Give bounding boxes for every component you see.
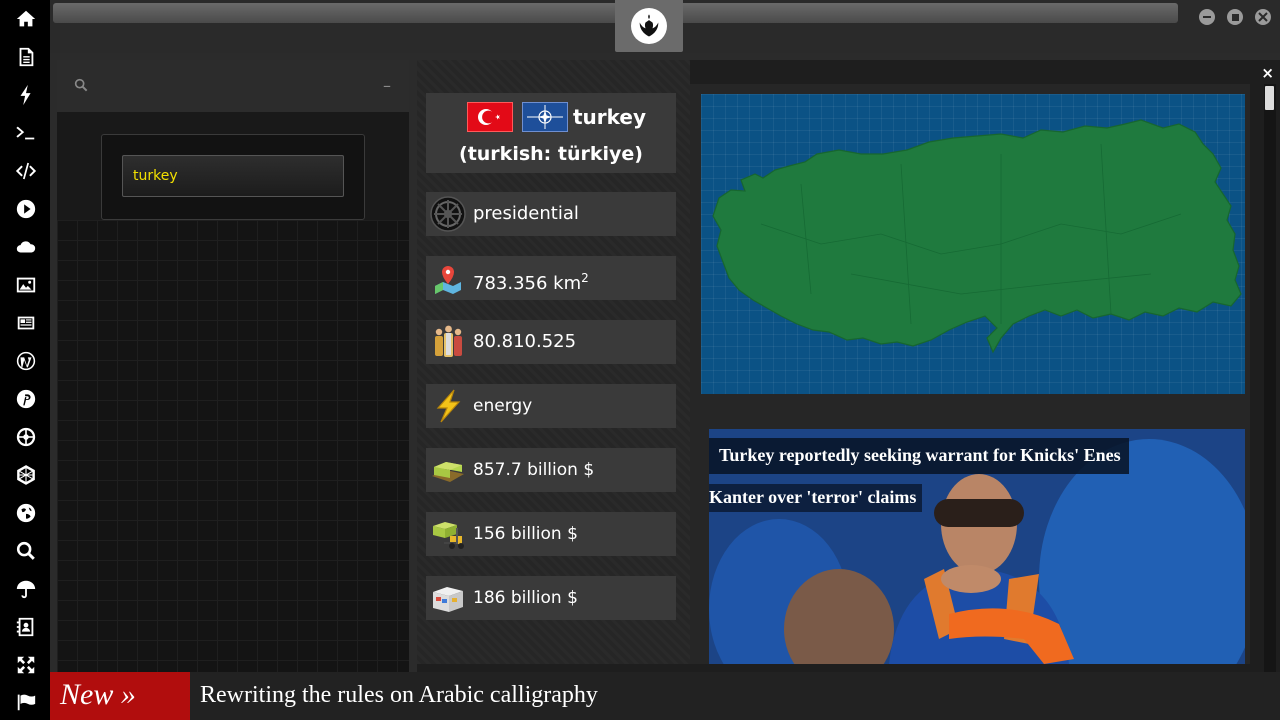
stat-government: presidential: [426, 192, 676, 236]
stat-energy: energy: [426, 384, 676, 428]
map-pin-icon: [430, 260, 466, 296]
close-window-button[interactable]: [1255, 9, 1271, 25]
app-icon-sidebar: [0, 0, 50, 720]
government-type: presidential: [473, 203, 579, 224]
bolt-icon[interactable]: [10, 79, 42, 111]
stat-population: 80.810.525: [426, 320, 676, 364]
country-title-card: turkey (turkish: türkiye): [426, 93, 676, 173]
news-ticker: New » Rewriting the rules on Arabic call…: [50, 672, 1280, 720]
exports-value: 186 billion $: [473, 588, 578, 608]
gdp-value: 857.7 billion $: [473, 460, 595, 480]
turkey-flag-icon: [467, 102, 513, 132]
rebel-alliance-logo-icon: [631, 8, 667, 44]
country-native-name: (turkish: türkiye): [459, 143, 643, 165]
population-value: 80.810.525: [473, 331, 577, 352]
lightning-icon: [430, 388, 466, 424]
area-value: 783.356 km2: [473, 256, 589, 306]
country-name: turkey: [573, 105, 647, 129]
stat-exports: 186 billion $: [426, 576, 676, 620]
money-stack-icon: [430, 452, 466, 488]
shipping-boxes-icon: [430, 580, 466, 616]
search-panel: –: [57, 60, 409, 672]
umbrella-icon[interactable]: [10, 573, 42, 605]
imports-value: 156 billion $: [473, 524, 578, 544]
expand-icon[interactable]: [10, 649, 42, 681]
flag-icon[interactable]: [10, 686, 42, 718]
stat-imports: 156 billion $: [426, 512, 676, 556]
nato-flag-icon: [522, 102, 568, 132]
home-icon[interactable]: [10, 3, 42, 35]
news-card[interactable]: Turkey reportedly seeking warrant for Kn…: [709, 429, 1245, 664]
country-map[interactable]: [701, 94, 1245, 394]
news-headline-line1[interactable]: Turkey reportedly seeking warrant for Kn…: [709, 438, 1129, 474]
globe-grid-icon[interactable]: [10, 459, 42, 491]
app-logo-tab[interactable]: [615, 0, 683, 52]
newspaper-icon[interactable]: [10, 307, 42, 339]
search-form-area: [57, 112, 409, 220]
minimize-button[interactable]: [1199, 9, 1215, 25]
play-icon[interactable]: [10, 193, 42, 225]
collapse-button[interactable]: –: [383, 76, 391, 95]
ticker-new-badge: New »: [50, 672, 190, 720]
close-panel-button[interactable]: ×: [1261, 64, 1274, 82]
document-icon[interactable]: [10, 41, 42, 73]
contact-book-icon[interactable]: [10, 611, 42, 643]
scrollbar-track[interactable]: [1264, 84, 1276, 672]
search-icon[interactable]: [73, 77, 91, 95]
country-stats-column: turkey (turkish: türkiye) presidential 7…: [417, 60, 690, 664]
country-info-panel: turkey (turkish: türkiye) presidential 7…: [417, 60, 1280, 672]
cloud-icon[interactable]: [10, 231, 42, 263]
area-number: 783.356 km: [473, 273, 582, 294]
ticker-headline[interactable]: Rewriting the rules on Arabic calligraph…: [200, 672, 598, 718]
turkey-map-shape: [712, 119, 1242, 354]
code-icon[interactable]: [10, 155, 42, 187]
terminal-icon[interactable]: [10, 117, 42, 149]
news-headline-line2[interactable]: Kanter over 'terror' claims: [709, 484, 923, 512]
search-icon[interactable]: [10, 535, 42, 567]
title-bar: [50, 0, 1280, 53]
stat-area: 783.356 km2: [426, 256, 676, 300]
scrollbar-thumb[interactable]: [1265, 86, 1274, 110]
wordpress-icon[interactable]: [10, 345, 42, 377]
pinterest-icon[interactable]: [10, 383, 42, 415]
earth-icon[interactable]: [10, 497, 42, 529]
app-window: – turkey (turkish: türkiye): [0, 0, 1280, 720]
search-panel-header: –: [57, 60, 409, 112]
search-box-container: [101, 134, 365, 220]
energy-label: energy: [473, 396, 533, 416]
image-icon[interactable]: [10, 269, 42, 301]
area-unit-exponent: 2: [581, 271, 589, 285]
stat-gdp: 857.7 billion $: [426, 448, 676, 492]
empire-icon[interactable]: [10, 421, 42, 453]
country-media-column: Turkey reportedly seeking warrant for Kn…: [690, 84, 1250, 664]
forklift-cargo-icon: [430, 516, 466, 552]
population-icon: [430, 324, 466, 360]
maximize-button[interactable]: [1227, 9, 1243, 25]
country-search-input[interactable]: [122, 155, 344, 197]
empire-emblem-icon: [430, 196, 466, 232]
